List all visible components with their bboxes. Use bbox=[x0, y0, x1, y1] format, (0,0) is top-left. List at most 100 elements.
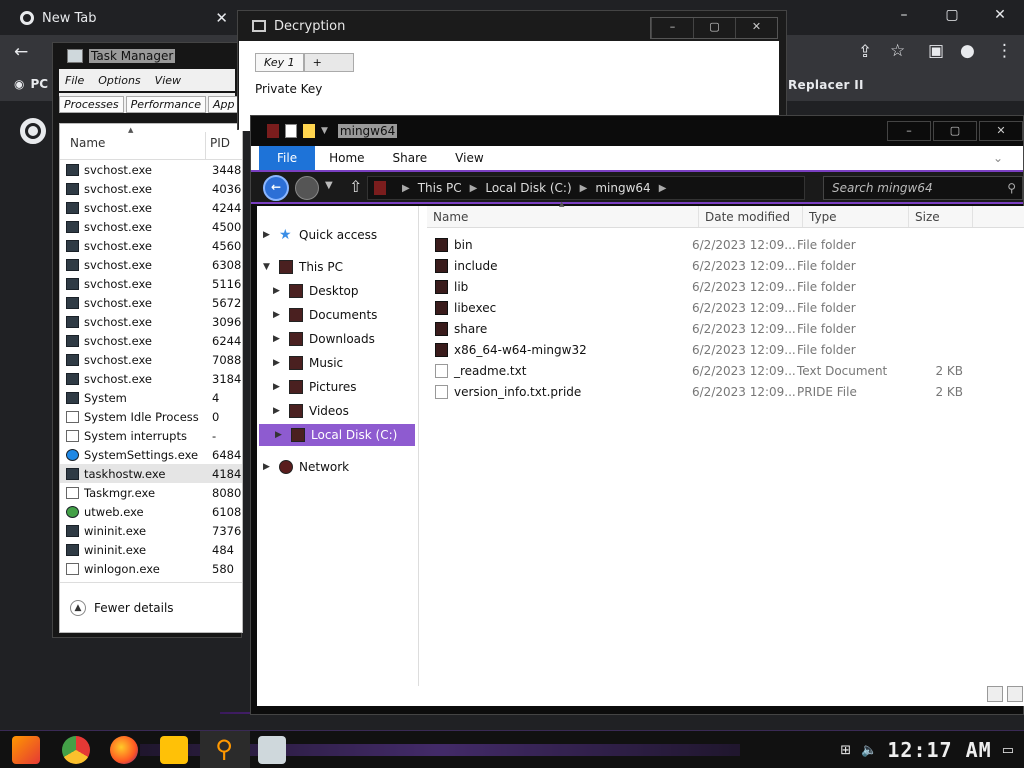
chrome-icon[interactable] bbox=[62, 736, 90, 764]
add-tab-button[interactable]: + bbox=[303, 53, 354, 72]
share-icon[interactable]: ⇪ bbox=[858, 42, 872, 62]
explorer-titlebar[interactable]: ▼ mingw64 – ▢ ✕ bbox=[251, 116, 1023, 146]
process-row[interactable]: System interrupts - bbox=[60, 426, 242, 445]
sidebar-icon[interactable]: ▣ bbox=[928, 41, 944, 61]
process-row[interactable]: svchost.exe 6244 bbox=[60, 331, 242, 350]
chevron-down-icon[interactable]: ▼ bbox=[263, 262, 273, 272]
search-icon[interactable]: ⚲ bbox=[210, 736, 238, 764]
start-icon[interactable] bbox=[12, 736, 40, 764]
search-input[interactable]: Search mingw64 ⚲ bbox=[823, 176, 1023, 200]
minimize-button[interactable]: – bbox=[887, 121, 931, 141]
bookmark-item[interactable]: ◉ PC bbox=[14, 77, 48, 91]
task-manager-titlebar[interactable]: Task Manager bbox=[53, 43, 241, 69]
process-row[interactable]: System 4 bbox=[60, 388, 242, 407]
nav-item[interactable]: ▶ Local Disk (C:) bbox=[259, 424, 415, 446]
file-row[interactable]: bin 6/2/2023 12:09... File folder bbox=[435, 234, 963, 255]
chevron-right-icon[interactable]: ▶ bbox=[273, 358, 283, 368]
process-row[interactable]: svchost.exe 3096 bbox=[60, 312, 242, 331]
breadcrumb-this-pc[interactable]: This PC bbox=[418, 181, 462, 195]
nav-item[interactable]: ▶ Videos bbox=[257, 400, 349, 422]
process-row[interactable]: svchost.exe 5672 bbox=[60, 293, 242, 312]
ribbon-file[interactable]: File bbox=[259, 146, 316, 170]
menu-options[interactable]: Options bbox=[98, 74, 140, 87]
process-row[interactable]: SystemSettings.exe 6484 bbox=[60, 445, 242, 464]
file-row[interactable]: _readme.txt 6/2/2023 12:09... Text Documen… bbox=[435, 360, 963, 381]
address-bar[interactable]: ▶ This PC ▶ Local Disk (C:) ▶ mingw64 ▶ bbox=[367, 176, 805, 200]
process-row[interactable]: svchost.exe 5116 bbox=[60, 274, 242, 293]
recent-locations-icon[interactable]: ▼ bbox=[325, 180, 333, 191]
chevron-right-icon[interactable]: ▶ bbox=[273, 382, 283, 392]
nav-item[interactable]: ▼ This PC bbox=[257, 256, 343, 278]
process-row[interactable]: wininit.exe 7376 bbox=[60, 521, 242, 540]
ribbon-home[interactable]: Home bbox=[315, 151, 378, 165]
process-row[interactable]: svchost.exe 3448 bbox=[60, 160, 242, 179]
chevron-right-icon[interactable]: ▶ bbox=[273, 334, 283, 344]
breadcrumb-local-disk[interactable]: Local Disk (C:) bbox=[485, 181, 571, 195]
tab-performance[interactable]: Performance bbox=[125, 96, 206, 113]
chevron-right-icon[interactable]: ▶ bbox=[273, 406, 283, 416]
notification-icon[interactable]: ▭ bbox=[1002, 743, 1014, 758]
process-row[interactable]: System Idle Process 0 bbox=[60, 407, 242, 426]
nav-item[interactable]: ▶ Desktop bbox=[257, 280, 359, 302]
nav-item[interactable]: ▶ Music bbox=[257, 352, 343, 374]
column-pid[interactable]: PID bbox=[206, 132, 230, 159]
tab-key-1[interactable]: Key 1 bbox=[255, 53, 304, 72]
network-icon[interactable]: ⊞ bbox=[840, 743, 851, 758]
column-name[interactable]: Name bbox=[427, 200, 699, 227]
column-type[interactable]: Type bbox=[803, 206, 909, 227]
process-row[interactable]: wininit.exe 484 bbox=[60, 540, 242, 559]
column-name[interactable]: Name bbox=[60, 126, 206, 159]
bookmark-item-replacer[interactable]: Replacer II bbox=[788, 78, 864, 92]
task-manager-icon[interactable] bbox=[258, 736, 286, 764]
nav-item[interactable]: ▶ Pictures bbox=[257, 376, 357, 398]
process-row[interactable]: svchost.exe 3184 bbox=[60, 369, 242, 388]
back-button[interactable]: ← bbox=[263, 175, 289, 201]
chevron-right-icon[interactable]: ▶ bbox=[263, 462, 273, 472]
process-row[interactable]: svchost.exe 4560 bbox=[60, 236, 242, 255]
star-icon[interactable]: ☆ bbox=[890, 41, 905, 61]
nav-item[interactable]: ▶ ★ Quick access bbox=[257, 224, 377, 246]
restore-button[interactable]: ▢ bbox=[928, 0, 976, 30]
close-button[interactable]: ✕ bbox=[735, 18, 777, 38]
quick-access-dropdown-icon[interactable]: ▼ bbox=[321, 126, 328, 136]
process-row[interactable]: svchost.exe 4500 bbox=[60, 217, 242, 236]
minimize-button[interactable]: – bbox=[880, 0, 928, 30]
process-row[interactable]: Taskmgr.exe 8080 bbox=[60, 483, 242, 502]
forward-button[interactable] bbox=[295, 176, 319, 200]
maximize-button[interactable]: ▢ bbox=[693, 18, 735, 38]
volume-icon[interactable]: 🔈 bbox=[861, 743, 877, 758]
file-row[interactable]: share 6/2/2023 12:09... File folder bbox=[435, 318, 963, 339]
minimize-button[interactable]: – bbox=[651, 18, 693, 38]
file-row[interactable]: lib 6/2/2023 12:09... File folder bbox=[435, 276, 963, 297]
menu-view[interactable]: View bbox=[155, 74, 181, 87]
clock[interactable]: 12:17 AM bbox=[887, 738, 991, 762]
up-button[interactable]: ⇧ bbox=[349, 177, 362, 196]
details-view-icon[interactable] bbox=[987, 686, 1003, 702]
back-icon[interactable]: ← bbox=[14, 42, 28, 62]
process-row[interactable]: taskhostw.exe 4184 bbox=[60, 464, 242, 483]
menu-icon[interactable]: ⋮ bbox=[996, 41, 1013, 61]
breadcrumb-mingw64[interactable]: mingw64 bbox=[595, 181, 650, 195]
file-row[interactable]: version_info.txt.pride 6/2/2023 12:09... P… bbox=[435, 381, 963, 402]
nav-item[interactable]: ▶ Documents bbox=[257, 304, 377, 326]
fewer-details-button[interactable]: ▲ Fewer details bbox=[60, 582, 242, 632]
column-size[interactable]: Size bbox=[909, 206, 973, 227]
file-row[interactable]: x86_64-w64-mingw32 6/2/2023 12:09... File … bbox=[435, 339, 963, 360]
chevron-right-icon[interactable]: ▶ bbox=[275, 430, 285, 440]
large-icons-view-icon[interactable] bbox=[1007, 686, 1023, 702]
chevron-right-icon[interactable]: ▶ bbox=[263, 230, 273, 240]
process-row[interactable]: svchost.exe 4036 bbox=[60, 179, 242, 198]
ribbon-share[interactable]: Share bbox=[379, 151, 442, 165]
properties-icon[interactable] bbox=[285, 124, 297, 138]
close-tab-icon[interactable]: ✕ bbox=[215, 9, 228, 27]
process-row[interactable]: svchost.exe 7088 bbox=[60, 350, 242, 369]
chevron-right-icon[interactable]: ▶ bbox=[273, 286, 283, 296]
tab-processes[interactable]: Processes bbox=[59, 96, 124, 113]
maximize-button[interactable]: ▢ bbox=[933, 121, 977, 141]
new-folder-icon[interactable] bbox=[303, 124, 315, 138]
process-row[interactable]: winlogon.exe 580 bbox=[60, 559, 242, 578]
profile-icon[interactable]: ● bbox=[960, 41, 975, 61]
close-button[interactable]: ✕ bbox=[976, 0, 1024, 30]
firefox-icon[interactable] bbox=[110, 736, 138, 764]
process-row[interactable]: svchost.exe 6308 bbox=[60, 255, 242, 274]
